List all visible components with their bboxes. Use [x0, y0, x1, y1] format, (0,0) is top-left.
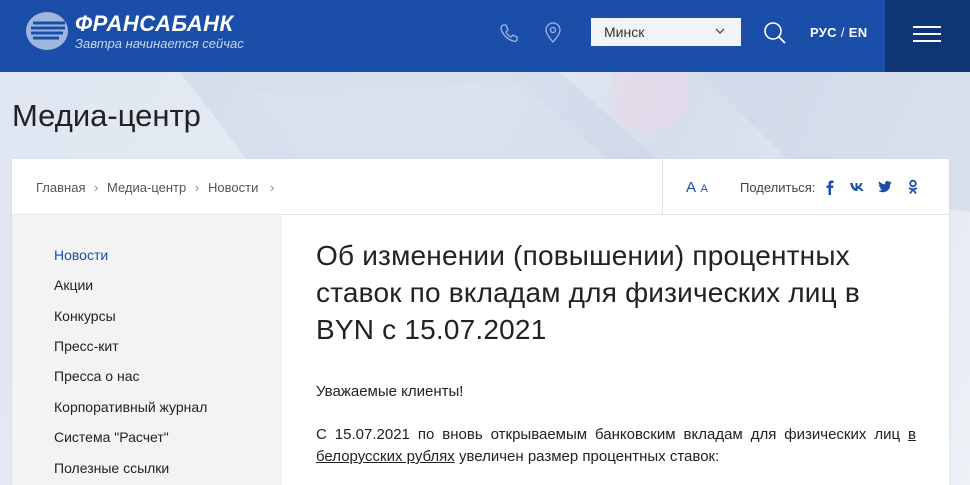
breadcrumb-separator: ›: [270, 180, 275, 195]
search-icon[interactable]: [763, 21, 787, 45]
lang-separator: /: [840, 25, 845, 40]
font-size-toggle[interactable]: A A: [686, 179, 708, 197]
lang-en[interactable]: EN: [849, 25, 868, 40]
menu-bar: [913, 26, 941, 28]
breadcrumb-separator: ›: [94, 180, 99, 195]
share-label: Поделиться:: [740, 180, 816, 195]
logo-name: ФРАНСАБАНК: [75, 10, 234, 36]
sidebar-item-press-kit[interactable]: Пресс-кит: [54, 338, 119, 354]
sidebar-item-contests[interactable]: Конкурсы: [54, 308, 116, 324]
paragraph-text: увеличен размер процентных ставок:: [454, 448, 720, 465]
facebook-icon[interactable]: [822, 179, 838, 195]
odnoklassniki-icon[interactable]: [905, 179, 921, 195]
city-select-value: Минск: [604, 24, 645, 40]
breadcrumb-media-center[interactable]: Медиа-центр: [107, 180, 186, 195]
logo-mark-icon: [26, 12, 68, 50]
article-paragraph: С 15.07.2021 по вновь открываемым банков…: [316, 424, 916, 468]
font-size-large: A: [686, 179, 697, 196]
vk-icon[interactable]: [849, 179, 865, 195]
city-select[interactable]: Минск: [591, 18, 741, 46]
toolbar-divider: [662, 159, 663, 214]
logo-slogan: Завтра начинается сейчас: [75, 35, 244, 51]
bank-logo[interactable]: ФРАНСАБАНК Завтра начинается сейчас: [25, 11, 244, 51]
content-card: Главная › Медиа-центр › Новости › A A По…: [12, 159, 949, 485]
sidebar-item-news[interactable]: Новости: [54, 247, 108, 263]
sidebar-item-raschet-system[interactable]: Система "Расчет": [54, 429, 169, 445]
location-pin-icon[interactable]: [542, 22, 564, 44]
article-greeting: Уважаемые клиенты!: [316, 383, 464, 400]
site-header: ФРАНСАБАНК Завтра начинается сейчас Минс…: [0, 0, 970, 72]
lang-ru[interactable]: РУС: [810, 25, 837, 40]
font-size-small: A: [700, 183, 708, 195]
article: Об изменении (повышении) процентных став…: [316, 237, 916, 348]
paragraph-text: С 15.07.2021 по вновь открываемым банков…: [316, 426, 909, 443]
menu-button[interactable]: [885, 0, 970, 72]
chevron-down-icon: [715, 28, 725, 34]
breadcrumb-news[interactable]: Новости: [208, 180, 258, 195]
sidebar-item-promotions[interactable]: Акции: [54, 277, 93, 293]
page-title: Медиа-центр: [12, 98, 201, 133]
twitter-icon[interactable]: [877, 179, 893, 195]
language-switch: РУС / EN: [810, 25, 867, 40]
breadcrumb-home[interactable]: Главная: [36, 180, 85, 195]
sidebar-item-corporate-magazine[interactable]: Корпоративный журнал: [54, 399, 207, 415]
sidebar-menu: Новости Акции Конкурсы Пресс-кит Пресса …: [12, 215, 282, 485]
menu-bar: [913, 40, 941, 42]
breadcrumb-separator: ›: [195, 180, 200, 195]
article-headline: Об изменении (повышении) процентных став…: [316, 240, 860, 345]
phone-icon[interactable]: [498, 22, 520, 44]
sidebar-item-press-about-us[interactable]: Пресса о нас: [54, 368, 140, 384]
menu-bar: [913, 33, 941, 35]
sidebar-item-useful-links[interactable]: Полезные ссылки: [54, 460, 169, 476]
breadcrumb: Главная › Медиа-центр › Новости › A A По…: [12, 159, 949, 215]
